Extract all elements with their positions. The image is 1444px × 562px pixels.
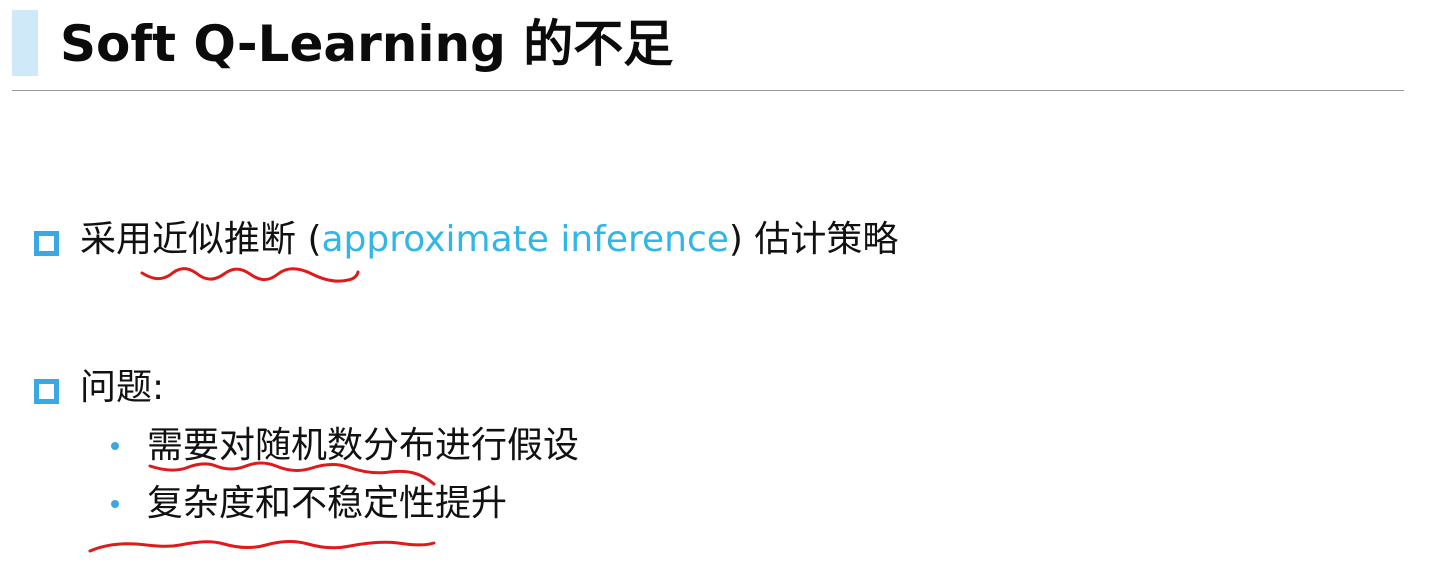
bullet-1-suffix: ) 估计策略 [728, 219, 899, 260]
bullet-1-highlight: approximate inference [321, 219, 729, 260]
bullet-approximate-inference: 采用近似推断 (approximate inference) 估计策略 [80, 216, 898, 264]
title-accent-bar [12, 10, 38, 76]
sub-item-complexity-instability: 复杂度和不稳定性提升 [147, 483, 508, 524]
underline-complexity-instability [88, 540, 436, 553]
square-bullet-icon [34, 379, 59, 404]
underline-approximate-inference [140, 267, 360, 283]
slide-title: Soft Q-Learning 的不足 [60, 15, 674, 73]
sub-item-random-distribution: 需要对随机数分布进行假设 [147, 425, 580, 466]
handwritten-underlines [88, 267, 436, 553]
dot-bullet-icon [111, 500, 119, 508]
bullet-1-prefix: 采用近似推断 ( [80, 219, 322, 260]
square-bullet-icon [34, 231, 59, 256]
dot-bullet-icon [111, 442, 119, 450]
bullet-problems: 问题: [80, 367, 165, 408]
title-divider [12, 90, 1404, 91]
